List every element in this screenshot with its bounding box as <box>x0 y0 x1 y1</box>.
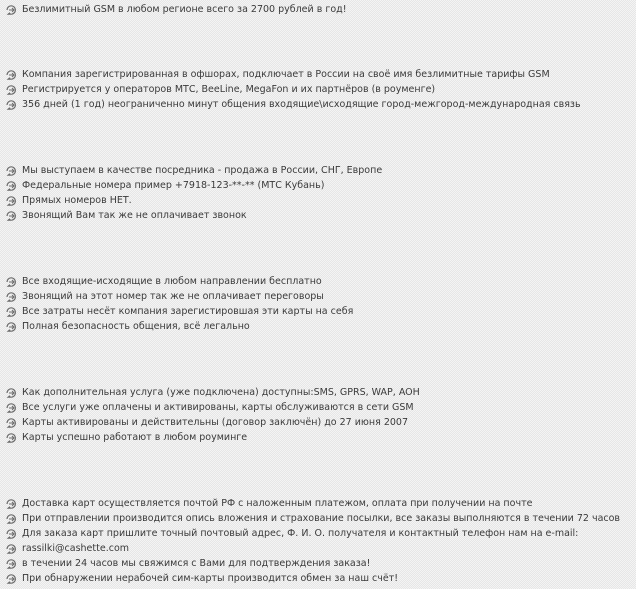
list-item: При отправлении производится опись вложе… <box>4 511 620 526</box>
list-item: Компания зарегистрированная в офшорах, п… <box>4 67 550 82</box>
circular-arrow-bullet-icon <box>4 558 18 570</box>
list-item-text: Звонящий Вам так же не оплачивает звонок <box>22 210 247 221</box>
circular-arrow-bullet-icon <box>4 99 18 111</box>
list-item-text: в течении 24 часов мы свяжимся с Вами дл… <box>22 558 371 569</box>
list-item: Мы выступаем в качестве посредника - про… <box>4 163 382 178</box>
list-item-text: Как дополнительная услуга (уже подключен… <box>22 387 420 398</box>
circular-arrow-bullet-icon <box>4 291 18 303</box>
list-item-text: Карты успешно работают в любом роуминге <box>22 432 248 443</box>
list-item-text: 356 дней (1 год) неограниченно минут общ… <box>22 99 581 110</box>
list-item-text: Звонящий на этот номер так же не оплачив… <box>22 291 324 302</box>
circular-arrow-bullet-icon <box>4 84 18 96</box>
page: { "icon": "circular-arrow-bullet-icon", … <box>0 0 636 589</box>
list-item: Все входящие-исходящие в любом направлен… <box>4 274 322 289</box>
circular-arrow-bullet-icon <box>4 528 18 540</box>
list-item-text: rassilki@cashette.com <box>22 543 130 554</box>
list-item-text: Карты активированы и действительны (дого… <box>22 417 409 428</box>
list-item-text: Для заказа карт пришлите точный почтовый… <box>22 528 579 539</box>
list-item: Карты успешно работают в любом роуминге <box>4 430 247 445</box>
list-item: Все затраты несёт компания зарегистировш… <box>4 304 353 319</box>
circular-arrow-bullet-icon <box>4 402 18 414</box>
list-item-text: Прямых номеров НЕТ. <box>22 195 132 206</box>
list-item: Полная безопасность общения, всё легальн… <box>4 319 250 334</box>
circular-arrow-bullet-icon <box>4 498 18 510</box>
list-item-text: Безлимитный GSM в любом регионе всего за… <box>22 4 347 15</box>
list-item-text: Полная безопасность общения, всё легальн… <box>22 321 250 332</box>
list-item: rassilki@cashette.com <box>4 541 129 556</box>
list-item: Для заказа карт пришлите точный почтовый… <box>4 526 578 541</box>
circular-arrow-bullet-icon <box>4 417 18 429</box>
list-item-text: Все входящие-исходящие в любом направлен… <box>22 276 322 287</box>
list-item: Доставка карт осуществляется почтой РФ с… <box>4 496 532 511</box>
list-item-text: Мы выступаем в качестве посредника - про… <box>22 165 383 176</box>
circular-arrow-bullet-icon <box>4 513 18 525</box>
list-item-text: Все затраты несёт компания зарегистировш… <box>22 306 354 317</box>
circular-arrow-bullet-icon <box>4 69 18 81</box>
list-item-text: При обнаружении нерабочей сим-карты прои… <box>22 573 399 584</box>
circular-arrow-bullet-icon <box>4 210 18 222</box>
circular-arrow-bullet-icon <box>4 195 18 207</box>
circular-arrow-bullet-icon <box>4 276 18 288</box>
circular-arrow-bullet-icon <box>4 321 18 333</box>
list-item: Карты активированы и действительны (дого… <box>4 415 408 430</box>
list-item: Федеральные номера пример +7918-123-**-*… <box>4 178 324 193</box>
circular-arrow-bullet-icon <box>4 180 18 192</box>
circular-arrow-bullet-icon <box>4 432 18 444</box>
list-item: Все услуги уже оплачены и активированы, … <box>4 400 414 415</box>
list-item: 356 дней (1 год) неограниченно минут общ… <box>4 97 581 112</box>
list-item: Безлимитный GSM в любом регионе всего за… <box>4 2 347 17</box>
circular-arrow-bullet-icon <box>4 4 18 16</box>
list-item: При обнаружении нерабочей сим-карты прои… <box>4 571 398 586</box>
list-item-text: Регистрируется у операторов МТС, BeeLine… <box>22 84 436 95</box>
list-item-text: Доставка карт осуществляется почтой РФ с… <box>22 498 533 509</box>
list-item: в течении 24 часов мы свяжимся с Вами дл… <box>4 556 370 571</box>
circular-arrow-bullet-icon <box>4 165 18 177</box>
list-item: Прямых номеров НЕТ. <box>4 193 132 208</box>
list-item-text: При отправлении производится опись вложе… <box>22 513 621 524</box>
list-item: Звонящий на этот номер так же не оплачив… <box>4 289 324 304</box>
circular-arrow-bullet-icon <box>4 387 18 399</box>
list-item-text: Федеральные номера пример +7918-123-**-*… <box>22 180 325 191</box>
list-item: Регистрируется у операторов МТС, BeeLine… <box>4 82 435 97</box>
circular-arrow-bullet-icon <box>4 543 18 555</box>
circular-arrow-bullet-icon <box>4 306 18 318</box>
circular-arrow-bullet-icon <box>4 573 18 585</box>
list-item: Звонящий Вам так же не оплачивает звонок <box>4 208 247 223</box>
list-item-text: Все услуги уже оплачены и активированы, … <box>22 402 414 413</box>
list-item-text: Компания зарегистрированная в офшорах, п… <box>22 69 550 80</box>
list-item: Как дополнительная услуга (уже подключен… <box>4 385 420 400</box>
